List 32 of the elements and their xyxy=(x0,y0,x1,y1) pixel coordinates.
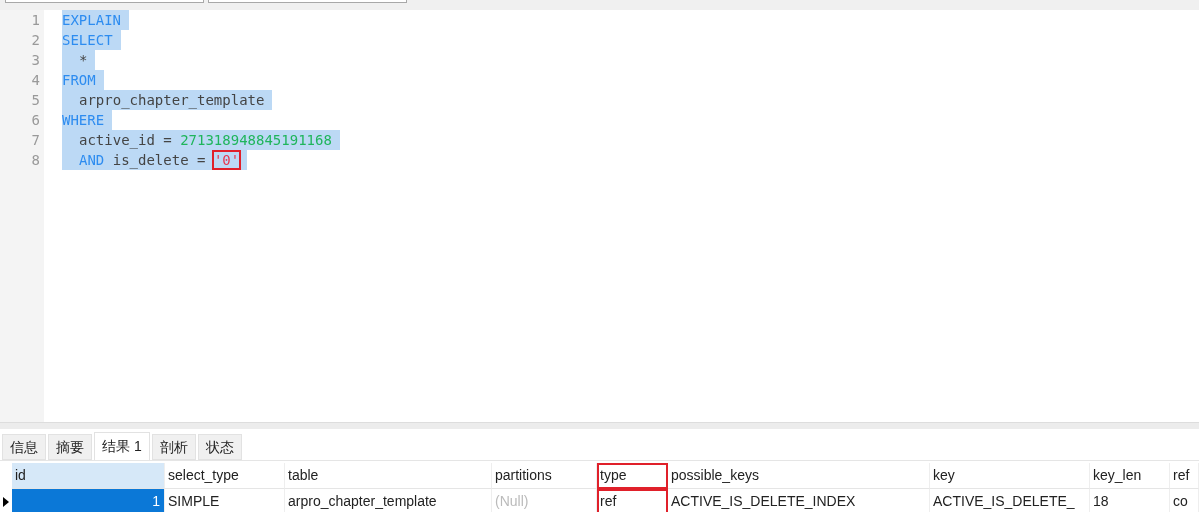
column-header[interactable]: ref xyxy=(1170,463,1199,489)
column-header[interactable]: partitions xyxy=(492,463,597,489)
table-cell: SIMPLE xyxy=(165,489,285,512)
column-header[interactable]: key_len xyxy=(1090,463,1170,489)
table-cell: (Null) xyxy=(492,489,597,512)
line-number: 4 xyxy=(30,71,41,90)
column-header[interactable]: table xyxy=(285,463,492,489)
column-header[interactable]: id xyxy=(12,463,165,489)
result-tab[interactable]: 信息 xyxy=(2,434,46,460)
table-cell: ref xyxy=(597,489,668,512)
table-cell: arpro_chapter_template xyxy=(285,489,492,512)
line-number: 1 xyxy=(30,11,41,30)
table-cell: 18 xyxy=(1090,489,1170,512)
result-tab[interactable]: 结果 1 xyxy=(94,432,150,460)
column-header[interactable]: select_type xyxy=(165,463,285,489)
line-number: 8 xyxy=(30,151,41,170)
column-header[interactable]: key xyxy=(930,463,1090,489)
result-tab[interactable]: 剖析 xyxy=(151,434,196,460)
splitter-bar[interactable] xyxy=(0,422,1199,429)
table-cell: co xyxy=(1170,489,1199,512)
table-cell: 1 xyxy=(12,489,165,512)
line-number: 6 xyxy=(30,111,41,130)
result-tab[interactable]: 摘要 xyxy=(48,434,92,460)
table-cell: ACTIVE_IS_DELETE_ xyxy=(930,489,1090,512)
result-tab[interactable]: 状态 xyxy=(197,434,242,460)
line-number: 5 xyxy=(30,91,41,110)
table-cell: ACTIVE_IS_DELETE_INDEX xyxy=(668,489,930,512)
line-number: 7 xyxy=(30,131,41,150)
line-number: 2 xyxy=(30,31,41,50)
column-header[interactable]: possible_keys xyxy=(668,463,930,489)
column-header[interactable]: type xyxy=(597,463,668,489)
line-number: 3 xyxy=(30,51,41,70)
